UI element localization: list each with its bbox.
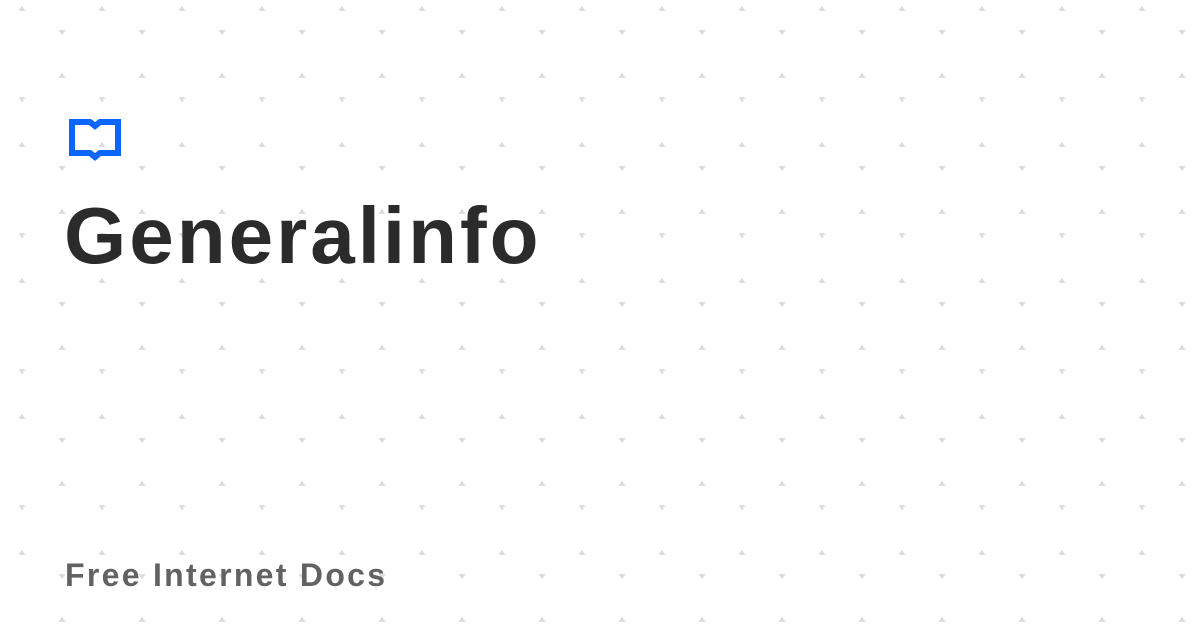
open-book-icon	[69, 119, 121, 161]
page-title: Generalinfo	[64, 191, 542, 280]
site-name: Free Internet Docs	[65, 557, 388, 593]
dot-pattern-background	[0, 0, 1200, 630]
